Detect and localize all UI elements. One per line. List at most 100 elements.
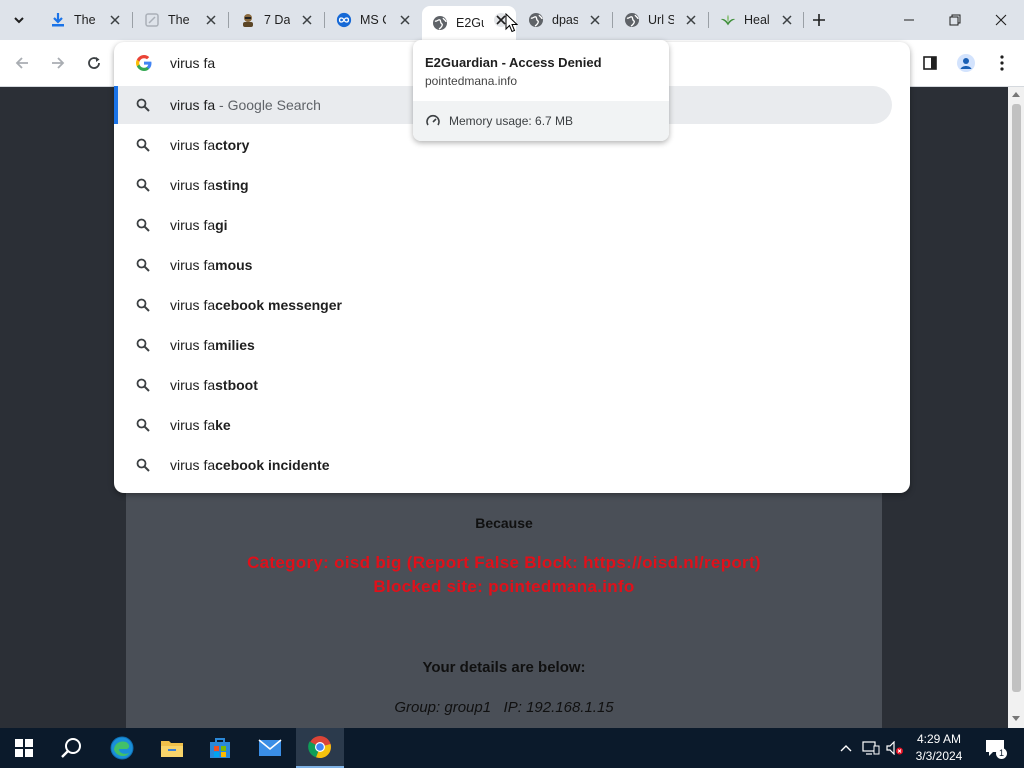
tab-6[interactable]: dpas <box>518 6 610 34</box>
suggestion-text: virus fasting <box>170 177 249 193</box>
tab-separator <box>803 12 804 28</box>
tab-3[interactable]: 7 Da <box>230 6 322 34</box>
vertical-scrollbar[interactable] <box>1008 87 1024 728</box>
tab-title: Heal <box>744 13 770 27</box>
tab-separator <box>612 12 613 28</box>
start-button[interactable] <box>0 728 48 768</box>
notification-count-badge: 1 <box>996 748 1008 759</box>
tab-4[interactable]: MS C <box>326 6 420 34</box>
suggestion-text: virus fa - Google Search <box>170 97 321 113</box>
page-icon <box>144 12 160 28</box>
tab-8[interactable]: Heal <box>710 6 802 34</box>
menu-button[interactable] <box>989 50 1015 76</box>
show-hidden-icons-button[interactable] <box>836 728 856 768</box>
chrome-taskbar-button[interactable] <box>296 728 344 768</box>
address-bar-text[interactable]: virus fa <box>170 55 215 71</box>
globe-icon <box>432 15 448 31</box>
category-line: Category: oisd big (Report False Block: … <box>247 553 761 572</box>
close-icon[interactable] <box>684 13 698 27</box>
search-icon <box>136 338 150 352</box>
suggestion-text: virus facebook incidente <box>170 457 330 473</box>
clock-time: 4:29 AM <box>916 732 962 746</box>
volume-muted-icon <box>886 741 903 755</box>
close-icon[interactable] <box>398 13 412 27</box>
restore-button[interactable] <box>932 0 978 40</box>
close-icon[interactable] <box>780 13 794 27</box>
store-icon <box>210 738 230 758</box>
scroll-up-icon[interactable] <box>1012 91 1020 97</box>
reload-button[interactable] <box>81 50 107 76</box>
memory-usage-row: Memory usage: 6.7 MB <box>413 101 669 141</box>
tab-title: The <box>74 13 96 27</box>
suggestion-item[interactable]: virus fagi <box>114 206 910 244</box>
mail-icon <box>258 739 282 756</box>
mouse-cursor-icon <box>505 13 518 33</box>
search-icon <box>136 98 150 112</box>
globe-icon <box>528 12 544 28</box>
search-taskbar-button[interactable] <box>48 728 96 768</box>
infinity-icon <box>336 12 352 28</box>
hover-card-title: E2Guardian - Access Denied <box>425 55 602 70</box>
close-window-button[interactable] <box>978 0 1024 40</box>
scrollbar-thumb[interactable] <box>1012 104 1021 692</box>
reload-icon <box>88 57 100 69</box>
store-taskbar-button[interactable] <box>196 728 244 768</box>
close-icon[interactable] <box>108 13 122 27</box>
because-heading: Because <box>475 515 533 531</box>
suggestion-item[interactable]: virus fake <box>114 406 910 444</box>
tab-hover-card: E2Guardian - Access Denied pointedmana.i… <box>413 40 669 141</box>
search-icon <box>136 418 150 432</box>
tab-separator <box>324 12 325 28</box>
suggestion-item[interactable]: virus facebook messenger <box>114 286 910 324</box>
tab-7[interactable]: Url S <box>614 6 706 34</box>
search-icon <box>136 218 150 232</box>
suggestion-text: virus fake <box>170 417 231 433</box>
network-icon <box>862 741 880 755</box>
mail-taskbar-button[interactable] <box>246 728 294 768</box>
tab-1[interactable]: The <box>40 6 130 34</box>
suggestion-text: virus facebook messenger <box>170 297 342 313</box>
forward-button[interactable] <box>45 50 71 76</box>
taskbar-clock[interactable]: 4:29 AM 3/3/2024 <box>908 731 970 765</box>
details-heading: Your details are below: <box>422 659 586 676</box>
file-explorer-taskbar-button[interactable] <box>148 728 196 768</box>
tab-separator <box>228 12 229 28</box>
character-icon <box>240 12 256 28</box>
suggestion-item[interactable]: virus fastboot <box>114 366 910 404</box>
suggestion-item[interactable]: virus families <box>114 326 910 364</box>
leaf-icon <box>720 12 736 28</box>
chrome-icon <box>308 736 331 759</box>
suggestion-text: virus factory <box>170 137 250 153</box>
tab-separator <box>132 12 133 28</box>
tab-5-active[interactable]: E2Gu <box>422 6 516 40</box>
back-button[interactable] <box>9 50 35 76</box>
search-icon <box>61 738 81 758</box>
close-icon[interactable] <box>204 13 218 27</box>
minimize-icon <box>904 19 914 21</box>
folder-icon <box>161 741 183 757</box>
profile-button[interactable] <box>953 50 979 76</box>
minimize-button[interactable] <box>886 0 932 40</box>
tab-title: 7 Da <box>264 13 290 27</box>
scroll-down-icon[interactable] <box>1012 716 1020 722</box>
search-icon <box>136 298 150 312</box>
edge-taskbar-button[interactable] <box>98 728 146 768</box>
suggestion-text: virus famous <box>170 257 253 273</box>
close-icon[interactable] <box>588 13 602 27</box>
plus-icon <box>813 14 825 26</box>
suggestion-item[interactable]: virus famous <box>114 246 910 284</box>
suggestion-item[interactable]: virus fasting <box>114 166 910 204</box>
side-panel-button[interactable] <box>917 50 943 76</box>
avatar-icon <box>957 54 975 72</box>
tab-2[interactable]: The <box>134 6 226 34</box>
close-icon[interactable] <box>300 13 314 27</box>
windows-taskbar: 4:29 AM 3/3/2024 1 <box>0 728 1024 768</box>
suggestion-item[interactable]: virus facebook incidente <box>114 446 910 484</box>
arrow-left-icon <box>15 57 28 69</box>
notification-center-button[interactable]: 1 <box>980 728 1010 768</box>
network-tray-icon[interactable] <box>860 728 882 768</box>
volume-tray-icon[interactable] <box>884 728 906 768</box>
new-tab-button[interactable] <box>808 9 830 31</box>
download-icon <box>50 12 66 28</box>
tab-search-button[interactable] <box>6 7 32 33</box>
